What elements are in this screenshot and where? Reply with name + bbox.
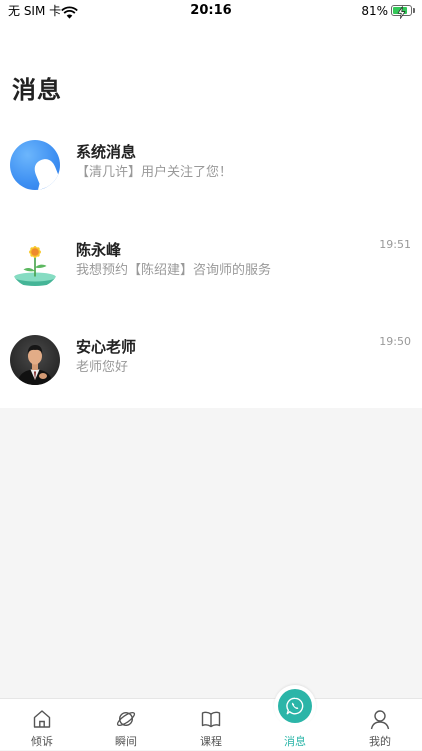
bell-icon [23,152,60,190]
wifi-icon [61,4,78,19]
tab-label: 消息 [284,735,306,748]
message-row-system[interactable]: 系统消息 【清几许】用户关注了您！ [0,140,422,194]
avatar [10,140,60,190]
tab-label: 课程 [200,735,222,748]
bottom-tab-bar: 倾诉 瞬间 课程 消息 我的 [0,685,422,751]
battery-cap [413,8,415,13]
message-row[interactable]: 陈永峰 19:51 我想预约【陈绍建】咨询师的服务 [0,238,422,292]
page-title: 消息 [12,76,62,104]
battery-percentage: 81% [361,4,388,18]
avatar [10,335,60,385]
message-time: 19:50 [379,335,411,348]
tab-courses[interactable]: 课程 [169,699,253,751]
message-preview: 我想预约【陈绍建】咨询师的服务 [76,263,272,278]
chat-icon [278,689,312,723]
message-sender-name: 安心老师 [76,338,137,356]
book-icon [200,708,222,730]
tab-label: 我的 [369,735,391,748]
tab-label: 倾诉 [31,735,53,748]
house-icon [31,708,53,730]
tab-moments[interactable]: 瞬间 [84,699,168,751]
tab-profile[interactable]: 我的 [338,699,422,751]
carrier-label: 无 SIM 卡 [8,4,62,18]
message-preview: 老师您好 [76,360,129,375]
avatar [10,238,60,288]
tab-label: 瞬间 [115,735,137,748]
message-time: 19:51 [379,238,411,251]
tab-messages[interactable]: 消息 [253,685,337,751]
active-tab-ring [274,685,316,727]
status-bar: 无 SIM 卡 20:16 81% [0,0,422,22]
charging-bolt-icon [397,4,406,19]
message-sender-name: 陈永峰 [76,241,122,259]
tab-qingsu[interactable]: 倾诉 [0,699,84,751]
message-row[interactable]: 安心老师 19:50 老师您好 [0,335,422,389]
message-preview: 【清几许】用户关注了您！ [76,165,233,180]
status-time: 20:16 [190,3,232,18]
planet-icon [115,708,137,730]
message-sender-name: 系统消息 [76,143,137,161]
person-icon [369,708,391,730]
